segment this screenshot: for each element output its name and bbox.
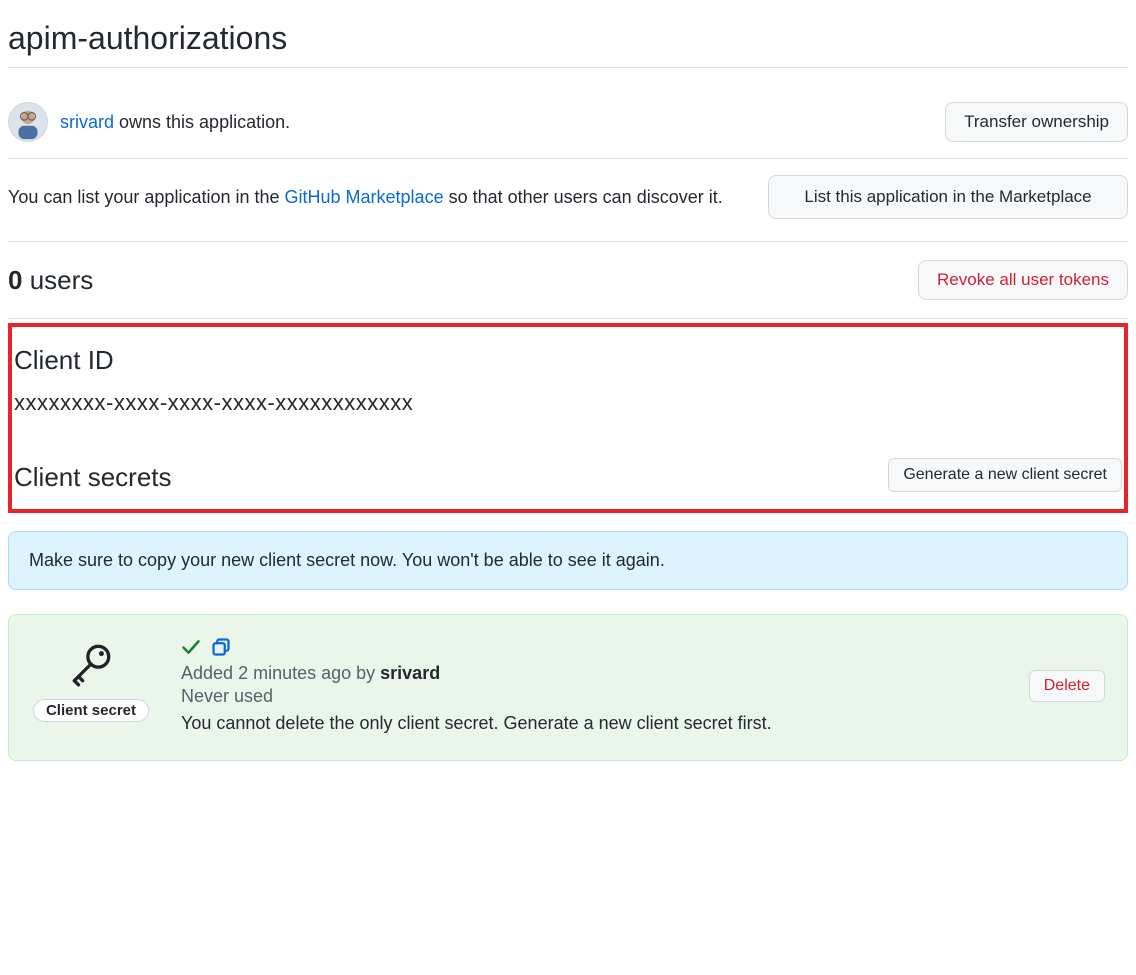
client-id-value: xxxxxxxx-xxxx-xxxx-xxxx-xxxxxxxxxxxx bbox=[14, 390, 1122, 416]
owner-row: srivard owns this application. Transfer … bbox=[8, 86, 1128, 159]
delete-secret-button[interactable]: Delete bbox=[1029, 670, 1105, 702]
marketplace-text-prefix: You can list your application in the bbox=[8, 187, 285, 207]
copy-secret-flash: Make sure to copy your new client secret… bbox=[8, 531, 1128, 590]
secret-added-time: 2 minutes ago bbox=[238, 663, 351, 683]
secret-added-user: srivard bbox=[380, 663, 440, 683]
owner-text: srivard owns this application. bbox=[60, 112, 290, 133]
client-secret-pill: Client secret bbox=[33, 699, 149, 722]
users-count-label: users bbox=[22, 265, 93, 295]
key-icon bbox=[64, 637, 118, 691]
marketplace-text-suffix: so that other users can discover it. bbox=[444, 187, 723, 207]
client-secret-card: Client secret Added 2 minutes ago by sri… bbox=[8, 614, 1128, 761]
copy-icon[interactable] bbox=[211, 637, 231, 657]
transfer-ownership-button[interactable]: Transfer ownership bbox=[945, 102, 1128, 142]
users-count: 0 users bbox=[8, 265, 93, 296]
revoke-all-tokens-button[interactable]: Revoke all user tokens bbox=[918, 260, 1128, 300]
owner-link[interactable]: srivard bbox=[60, 112, 114, 132]
client-id-heading: Client ID bbox=[14, 345, 1122, 376]
users-row: 0 users Revoke all user tokens bbox=[8, 242, 1128, 319]
marketplace-text: You can list your application in the Git… bbox=[8, 183, 748, 212]
marketplace-row: You can list your application in the Git… bbox=[8, 159, 1128, 242]
client-secrets-heading: Client secrets bbox=[14, 462, 172, 493]
users-count-number: 0 bbox=[8, 265, 22, 295]
list-in-marketplace-button[interactable]: List this application in the Marketplace bbox=[768, 175, 1128, 219]
secret-never-used: Never used bbox=[181, 686, 999, 707]
check-icon bbox=[181, 637, 201, 657]
secret-added-meta: Added 2 minutes ago by srivard bbox=[181, 663, 999, 684]
page-title: apim-authorizations bbox=[8, 20, 1128, 68]
secret-added-prefix: Added bbox=[181, 663, 238, 683]
generate-client-secret-button[interactable]: Generate a new client secret bbox=[888, 458, 1122, 492]
secret-added-by: by bbox=[351, 663, 380, 683]
owner-owns-text: owns this application. bbox=[114, 112, 290, 132]
highlight-annotation: Client ID xxxxxxxx-xxxx-xxxx-xxxx-xxxxxx… bbox=[8, 323, 1128, 513]
marketplace-link[interactable]: GitHub Marketplace bbox=[285, 187, 444, 207]
owner-avatar bbox=[8, 102, 48, 142]
secret-cannot-delete-note: You cannot delete the only client secret… bbox=[181, 713, 999, 734]
